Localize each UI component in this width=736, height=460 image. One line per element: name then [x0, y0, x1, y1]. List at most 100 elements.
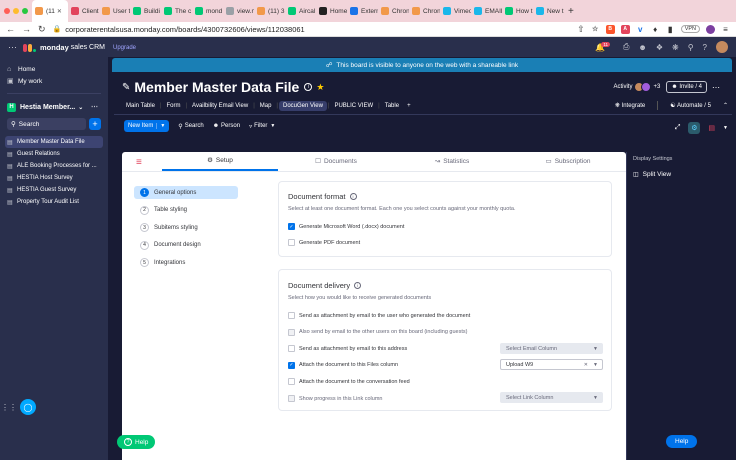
member-avatar[interactable]: [641, 82, 652, 92]
help-button-green[interactable]: ? Help: [117, 435, 156, 449]
user-avatar[interactable]: [716, 41, 728, 53]
bell-icon[interactable]: 🔔11: [595, 41, 614, 52]
invite-members-icon[interactable]: ☻: [638, 43, 646, 52]
checkbox[interactable]: [288, 328, 295, 336]
view-tab[interactable]: Table: [381, 101, 403, 111]
info-icon[interactable]: i: [354, 282, 362, 289]
view-tab[interactable]: Form: [162, 101, 184, 111]
tab-statistics[interactable]: ↝ Statistics: [394, 151, 510, 171]
vpn-button[interactable]: VPN: [680, 25, 700, 33]
browser-tab[interactable]: How t: [502, 0, 533, 22]
member-count[interactable]: +3: [653, 84, 660, 90]
close-tab-icon[interactable]: ✕: [57, 8, 62, 15]
browser-tab[interactable]: mond: [192, 0, 223, 22]
browser-tab[interactable]: Extern: [347, 0, 378, 22]
workspace-circle-icon[interactable]: ◯: [20, 399, 36, 415]
setup-step[interactable]: 1 General options: [134, 186, 238, 199]
checkbox[interactable]: [288, 345, 295, 353]
upgrade-link[interactable]: Upgrade: [113, 45, 136, 51]
info-icon[interactable]: i: [304, 83, 313, 91]
person-filter-button[interactable]: ☻ Person: [213, 123, 240, 129]
url-field[interactable]: corporaterentalsusa.monday.com/boards/43…: [65, 25, 577, 34]
view-tab[interactable]: Availbility Email View: [188, 101, 252, 111]
apps-icon[interactable]: ❖: [656, 43, 663, 52]
tab-documents[interactable]: ☐ Documents: [278, 151, 394, 171]
browser-tab[interactable]: view.n: [223, 0, 254, 22]
view-app-icon[interactable]: ▤: [708, 124, 715, 132]
inbox-icon[interactable]: ⎙: [623, 42, 629, 52]
add-board-button[interactable]: +: [89, 118, 101, 130]
puzzle-icon[interactable]: ♦: [650, 24, 660, 34]
collapse-icon[interactable]: ⌃: [723, 102, 728, 109]
integrations-icon[interactable]: ❋: [672, 43, 679, 52]
browser-tab[interactable]: Vimeo: [440, 0, 471, 22]
automate-button[interactable]: ☯ Automate / 5: [670, 102, 711, 109]
checkbox[interactable]: [288, 378, 295, 386]
more-icon[interactable]: ⋯: [712, 83, 720, 92]
minimize-window-button[interactable]: [13, 8, 19, 14]
filter-button[interactable]: ▿ Filter ▼: [249, 123, 275, 130]
browser-tab[interactable]: Aircal: [285, 0, 316, 22]
tab-subscription[interactable]: ▭ Subscription: [510, 151, 626, 171]
browser-tab[interactable]: Chron: [378, 0, 409, 22]
checkbox[interactable]: [288, 395, 295, 402]
add-view-button[interactable]: +: [403, 101, 415, 111]
sidebar-board-item[interactable]: ▤ Member Master Data File: [5, 136, 103, 148]
back-icon[interactable]: ←: [6, 24, 15, 34]
browser-tab[interactable]: Client: [68, 0, 99, 22]
favorite-star-icon[interactable]: ★: [316, 82, 324, 93]
setup-step[interactable]: 3 Subitems styling: [134, 221, 238, 234]
settings-gear-icon[interactable]: ⚙: [688, 122, 701, 134]
view-tab[interactable]: DocuGen View: [278, 101, 327, 111]
board-title[interactable]: Member Master Data File: [134, 79, 299, 95]
sidebar-board-item[interactable]: ▤ Guest Relations: [0, 148, 108, 160]
browser-tab[interactable]: (11) 3: [254, 0, 285, 22]
chevron-down-icon[interactable]: ▼: [723, 125, 728, 131]
checkbox[interactable]: [288, 239, 295, 246]
reload-icon[interactable]: ↻: [38, 24, 46, 35]
browser-tab[interactable]: New t: [533, 0, 564, 22]
setup-step[interactable]: 5 Integrations: [134, 256, 238, 269]
close-window-button[interactable]: [4, 8, 10, 14]
checkbox-option[interactable]: Generate PDF document: [288, 239, 360, 246]
tab-setup[interactable]: ⚙ Setup: [162, 151, 278, 171]
sidebar-board-item[interactable]: ▤ ALE Booking Processes for ...: [0, 160, 108, 172]
view-tab[interactable]: PUBLIC VIEW: [330, 101, 377, 111]
view-tab[interactable]: Main Table: [122, 101, 159, 111]
setup-step[interactable]: 2 Table styling: [134, 204, 238, 217]
checkbox-option[interactable]: Also send by email to the other users on…: [288, 328, 467, 336]
browser-tab[interactable]: The c: [161, 0, 192, 22]
more-icon[interactable]: ⋯: [91, 103, 98, 111]
activity-button[interactable]: Activity: [613, 84, 632, 90]
files-column-select[interactable]: Upload W9 ✕ ▼: [500, 359, 603, 370]
checkbox[interactable]: [288, 312, 295, 319]
browser-tab[interactable]: Buildi: [130, 0, 161, 22]
invite-button[interactable]: ☻ Invite / 4: [666, 81, 707, 93]
split-view-option[interactable]: ◫ Split View: [633, 171, 671, 178]
view-tab[interactable]: Map: [256, 101, 276, 111]
help-icon[interactable]: ?: [703, 43, 707, 52]
sidebar-search-input[interactable]: ⚲ Search: [7, 118, 86, 130]
vimeo-extension-icon[interactable]: v: [635, 24, 645, 34]
brave-shield-icon[interactable]: B: [605, 24, 615, 34]
email-column-select[interactable]: Select Email Column ▼: [500, 343, 603, 354]
sidebar-toggle-icon[interactable]: ▮: [665, 24, 675, 34]
checkbox-checked[interactable]: ✓: [288, 361, 295, 369]
search-button[interactable]: ⚲ Search: [178, 123, 203, 130]
new-tab-button[interactable]: +: [568, 6, 574, 17]
browser-tab[interactable]: (11 ✕: [32, 0, 68, 22]
sidebar-board-item[interactable]: ▤ HESTIA Host Survey: [0, 172, 108, 184]
menu-icon[interactable]: ≡: [721, 24, 730, 34]
profile-icon[interactable]: [706, 24, 715, 34]
integrate-button[interactable]: ❋ Integrate: [615, 102, 645, 109]
sidebar-board-item[interactable]: ▤ HESTIA Guest Survey: [0, 184, 108, 196]
new-item-button[interactable]: New Item ▼: [124, 120, 170, 132]
bookmark-star-icon[interactable]: ☆: [590, 24, 600, 34]
checkbox-option[interactable]: Send as attachment by email to this addr…: [288, 345, 407, 353]
browser-tab[interactable]: EMAIL: [471, 0, 502, 22]
sidebar-board-item[interactable]: ▤ Property Tour Audit List: [0, 196, 108, 208]
checkbox-option[interactable]: ✓ Attach the document to this Files colum…: [288, 361, 398, 369]
workspace-selector[interactable]: H Hestia Member... ⌄ ⋯: [0, 100, 108, 114]
checkbox-option[interactable]: ✓ Generate Microsoft Word (.docx) documen…: [288, 223, 404, 230]
link-column-select[interactable]: Select Link Column ▼: [500, 392, 603, 403]
